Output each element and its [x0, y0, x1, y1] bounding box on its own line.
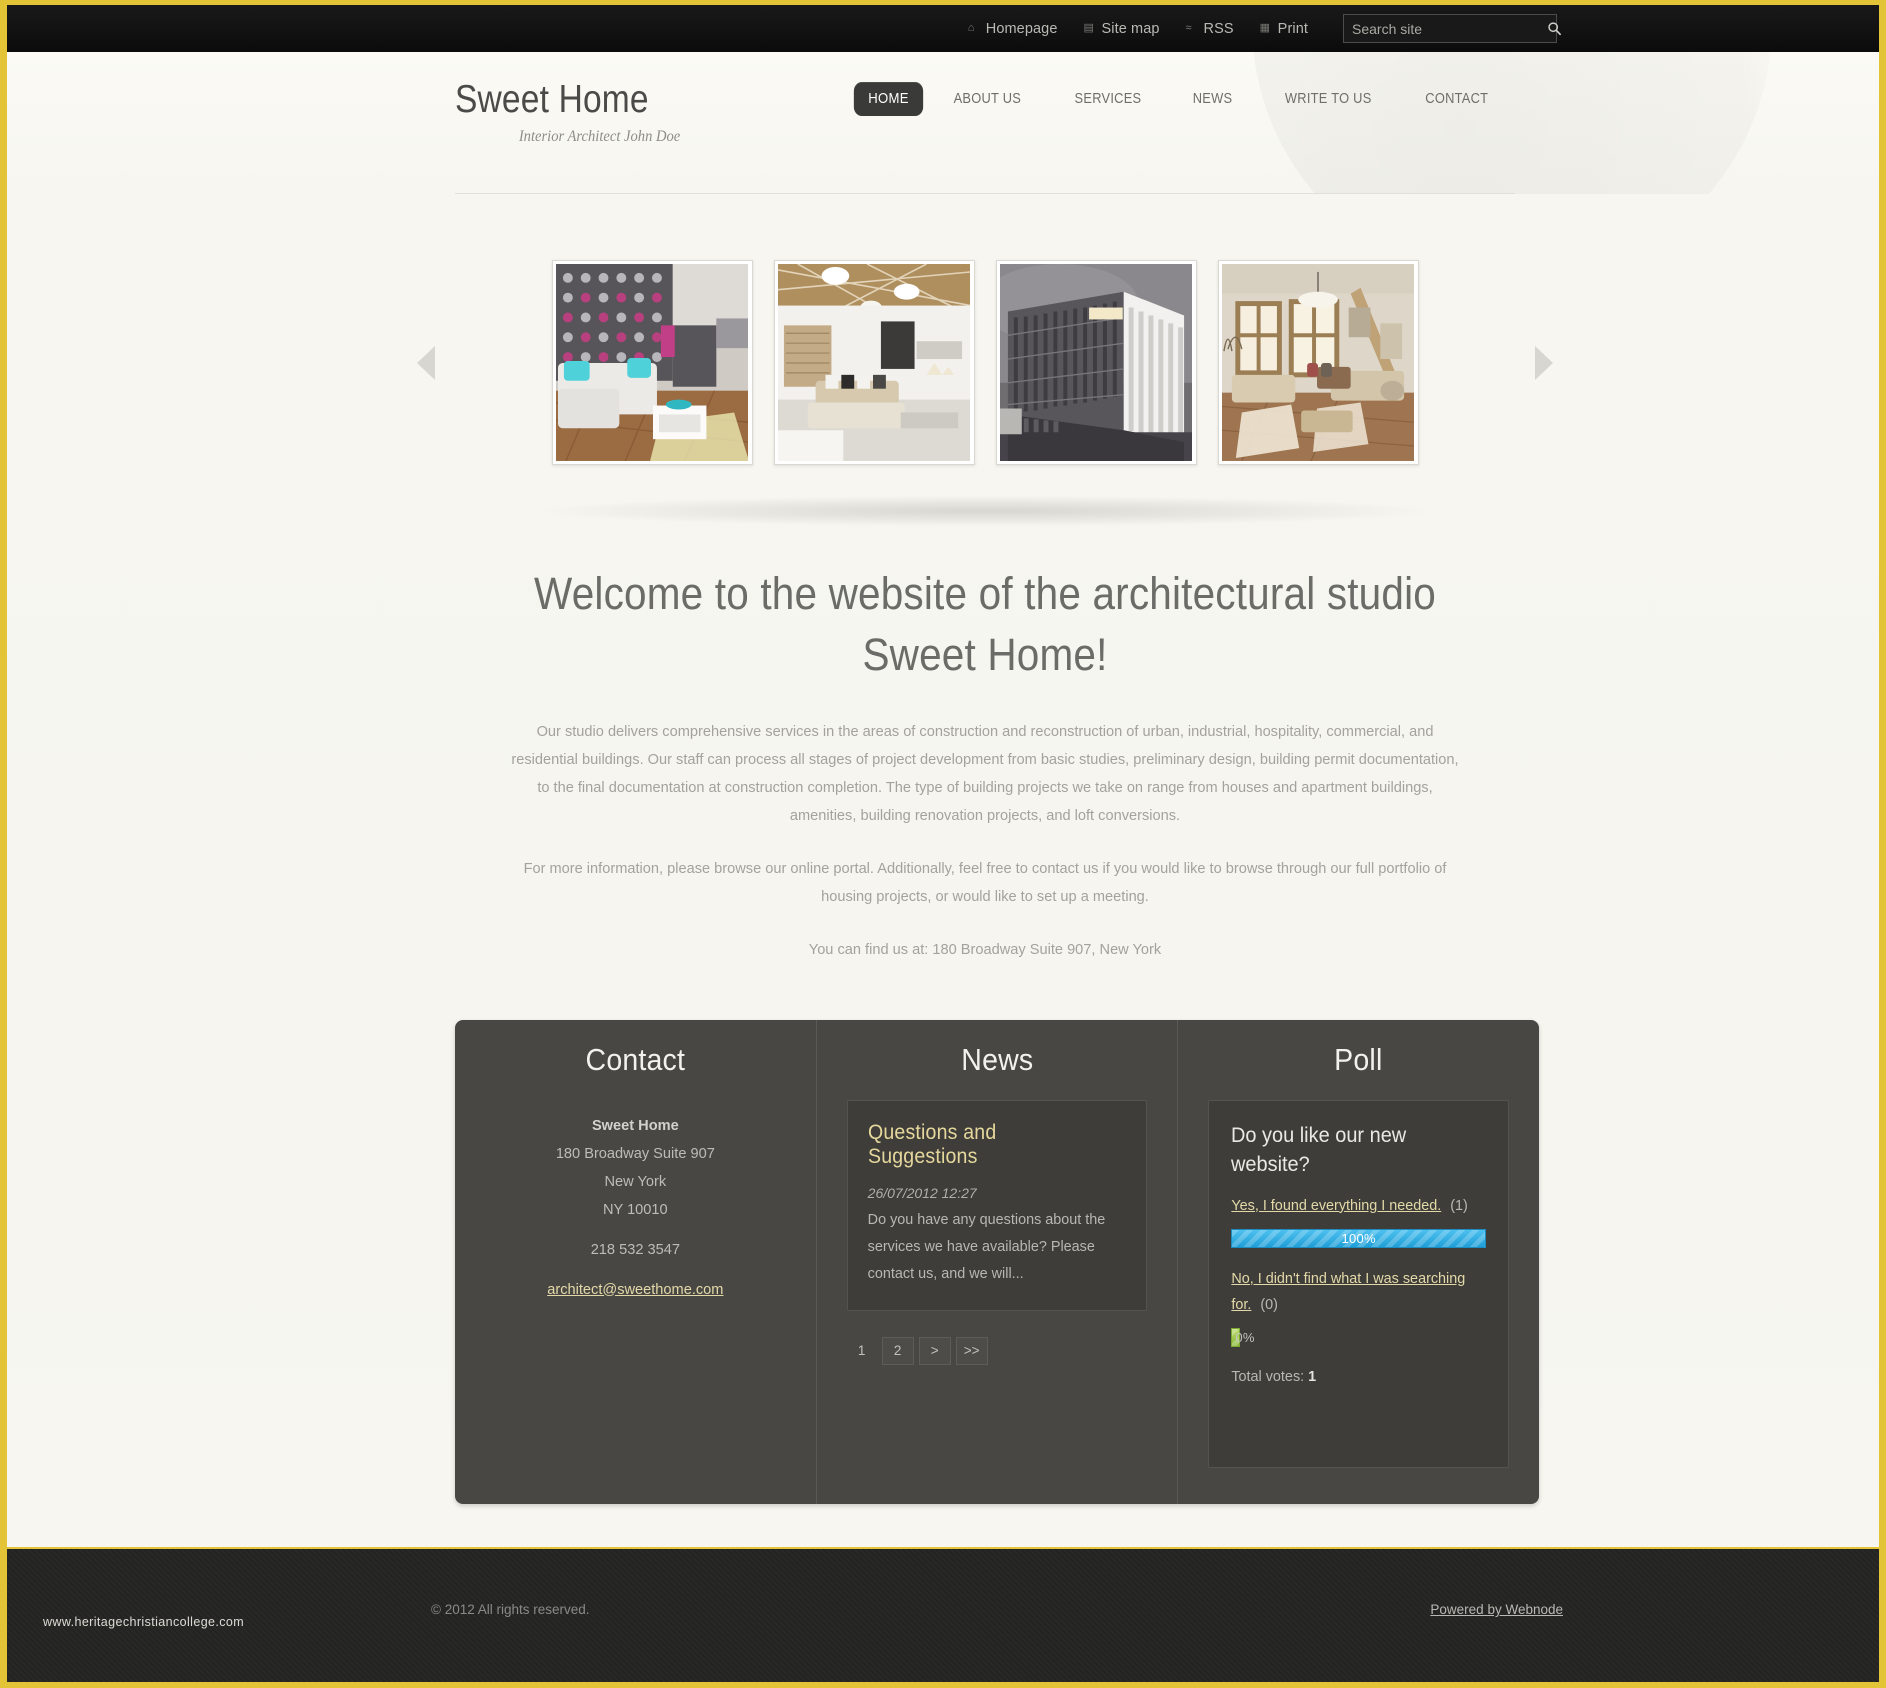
poll-option-1-bar: 100% — [1231, 1228, 1487, 1248]
carousel-image-3 — [999, 264, 1193, 461]
pagination-page-2[interactable]: 2 — [881, 1336, 914, 1365]
search-submit-button[interactable] — [1541, 16, 1568, 41]
poll-question: Do you like our new website? — [1231, 1123, 1407, 1176]
print-icon: ▦ — [1259, 21, 1271, 34]
poll-column: Poll Do you like our new website? Yes, I… — [1177, 1019, 1539, 1504]
contact-title: Contact — [585, 1041, 686, 1077]
site-footer: © 2012 All rights reserved. Powered by W… — [7, 1547, 1879, 1682]
home-icon: ⌂ — [967, 21, 975, 34]
watermark-text: www.heritagechristiancollege.com — [43, 1615, 245, 1629]
pagination-next[interactable]: > — [918, 1336, 951, 1365]
poll-option-2-bar: 0% — [1231, 1327, 1254, 1347]
poll-option-2-bar-wrap: 0% — [1231, 1327, 1486, 1347]
header-inner: Sweet Home Interior Architect John Doe H… — [455, 52, 1515, 194]
topbar-link-rss[interactable]: ≈ RSS — [1173, 21, 1247, 37]
intro-paragraph-2: For more information, please browse our … — [523, 860, 1447, 905]
contact-address-line-2: New York — [604, 1173, 667, 1190]
news-pagination: 1 2 > >> — [847, 1336, 1148, 1365]
contact-email-link[interactable]: architect@sweethome.com — [485, 1282, 786, 1298]
contact-company: Sweet Home — [591, 1117, 679, 1134]
topbar-link-homepage[interactable]: ⌂ Homepage — [955, 21, 1071, 37]
footer-copyright: © 2012 All rights reserved. — [431, 1602, 590, 1617]
site-logo[interactable]: Sweet Home Interior Architect John Doe — [455, 80, 680, 146]
carousel-slide-2[interactable] — [773, 260, 975, 465]
nav-item-services[interactable]: SERVICES — [1055, 91, 1161, 107]
news-item-excerpt: Do you have any questions about the serv… — [867, 1211, 1106, 1282]
contact-address-line-1: 180 Broadway Suite 907 — [555, 1145, 715, 1162]
news-item-title[interactable]: Questions and Suggestions — [868, 1121, 1109, 1169]
carousel-image-2 — [777, 264, 971, 461]
poll-card: Do you like our new website? Yes, I foun… — [1208, 1099, 1510, 1468]
page-root: ⌂ Homepage ▤ Site map ≈ RSS ▦ Print Sear… — [0, 0, 1886, 1688]
header-divider — [455, 193, 1515, 194]
carousel-slide-3[interactable] — [995, 260, 1197, 465]
main-navigation: HOME ABOUT US SERVICES NEWS WRITE TO US … — [850, 82, 1515, 116]
chevron-right-icon[interactable] — [1533, 344, 1555, 382]
carousel-shadow — [545, 496, 1425, 526]
carousel-image-4 — [1221, 264, 1415, 461]
poll-option-2: No, I didn't find what I was searching f… — [1231, 1266, 1486, 1347]
carousel-slide-4[interactable] — [1217, 260, 1419, 465]
nav-item-home[interactable]: HOME — [854, 82, 924, 116]
poll-option-1-bar-wrap: 100% — [1231, 1228, 1487, 1248]
poll-total-label: Total votes: — [1231, 1368, 1305, 1385]
powered-by-link[interactable]: Powered by Webnode — [1430, 1602, 1563, 1617]
news-card[interactable]: Questions and Suggestions 26/07/2012 12:… — [846, 1099, 1148, 1311]
logo-title: Sweet Home — [455, 78, 649, 121]
poll-total: Total votes: 1 — [1231, 1369, 1486, 1385]
carousel-slide-1[interactable] — [551, 260, 753, 465]
image-carousel — [417, 235, 1553, 490]
intro-paragraph-3: You can find us at: 180 Broadway Suite 9… — [808, 941, 1162, 958]
search-box[interactable] — [1343, 14, 1561, 43]
poll-option-1: Yes, I found everything I needed. (1) 100… — [1231, 1193, 1487, 1248]
poll-title: Poll — [1334, 1041, 1383, 1077]
topbar-link-label: Print — [1277, 20, 1308, 37]
poll-option-1-count: (1) — [1450, 1197, 1468, 1214]
contact-column: Contact Sweet Home 180 Broadway Suite 90… — [455, 1020, 816, 1504]
site-header: Sweet Home Interior Architect John Doe H… — [7, 52, 1879, 194]
rss-icon: ≈ — [1185, 21, 1192, 34]
nav-item-write-to-us[interactable]: WRITE TO US — [1266, 91, 1391, 107]
nav-item-contact[interactable]: CONTACT — [1406, 91, 1508, 107]
bottom-panel: Contact Sweet Home 180 Broadway Suite 90… — [455, 1019, 1539, 1504]
news-item-date: 26/07/2012 12:27 — [867, 1184, 977, 1201]
topbar-link-label: RSS — [1203, 20, 1234, 37]
nav-item-news[interactable]: NEWS — [1173, 91, 1251, 107]
contact-address-line-3: NY 10010 — [603, 1201, 668, 1218]
chevron-left-icon[interactable] — [415, 344, 437, 382]
search-input[interactable] — [1344, 20, 1541, 37]
topbar-link-label: Homepage — [985, 20, 1058, 37]
main-content: Welcome to the website of the architectu… — [7, 194, 1879, 1549]
content-inner: Welcome to the website of the architectu… — [417, 235, 1553, 1504]
sitemap-icon: ▤ — [1083, 21, 1095, 34]
pagination-last[interactable]: >> — [955, 1336, 988, 1365]
pagination-page-1[interactable]: 1 — [847, 1338, 877, 1364]
news-title: News — [960, 1041, 1034, 1077]
contact-phone: 218 532 3547 — [590, 1241, 680, 1258]
news-column: News Questions and Suggestions 26/07/201… — [815, 1019, 1178, 1504]
intro-paragraph-1: Our studio delivers comprehensive servic… — [511, 723, 1459, 824]
poll-option-1-link[interactable]: Yes, I found everything I needed. — [1231, 1198, 1441, 1214]
page-title: Welcome to the website of the architectu… — [534, 568, 1436, 680]
poll-total-value: 1 — [1308, 1368, 1317, 1385]
topbar-inner: ⌂ Homepage ▤ Site map ≈ RSS ▦ Print — [497, 14, 1561, 43]
poll-option-2-percent-label: 0% — [1235, 1329, 1255, 1345]
logo-subtitle: Interior Architect John Doe — [518, 128, 681, 145]
search-icon — [1548, 22, 1561, 36]
topbar-link-print[interactable]: ▦ Print — [1247, 21, 1321, 37]
carousel-image-1 — [555, 264, 749, 461]
nav-item-about-us[interactable]: ABOUT US — [935, 91, 1041, 107]
poll-option-2-count: (0) — [1260, 1296, 1278, 1313]
topbar-link-label: Site map — [1101, 20, 1160, 37]
utility-topbar: ⌂ Homepage ▤ Site map ≈ RSS ▦ Print — [7, 5, 1879, 52]
topbar-link-sitemap[interactable]: ▤ Site map — [1071, 21, 1173, 37]
footer-inner: © 2012 All rights reserved. Powered by W… — [431, 1549, 1563, 1682]
